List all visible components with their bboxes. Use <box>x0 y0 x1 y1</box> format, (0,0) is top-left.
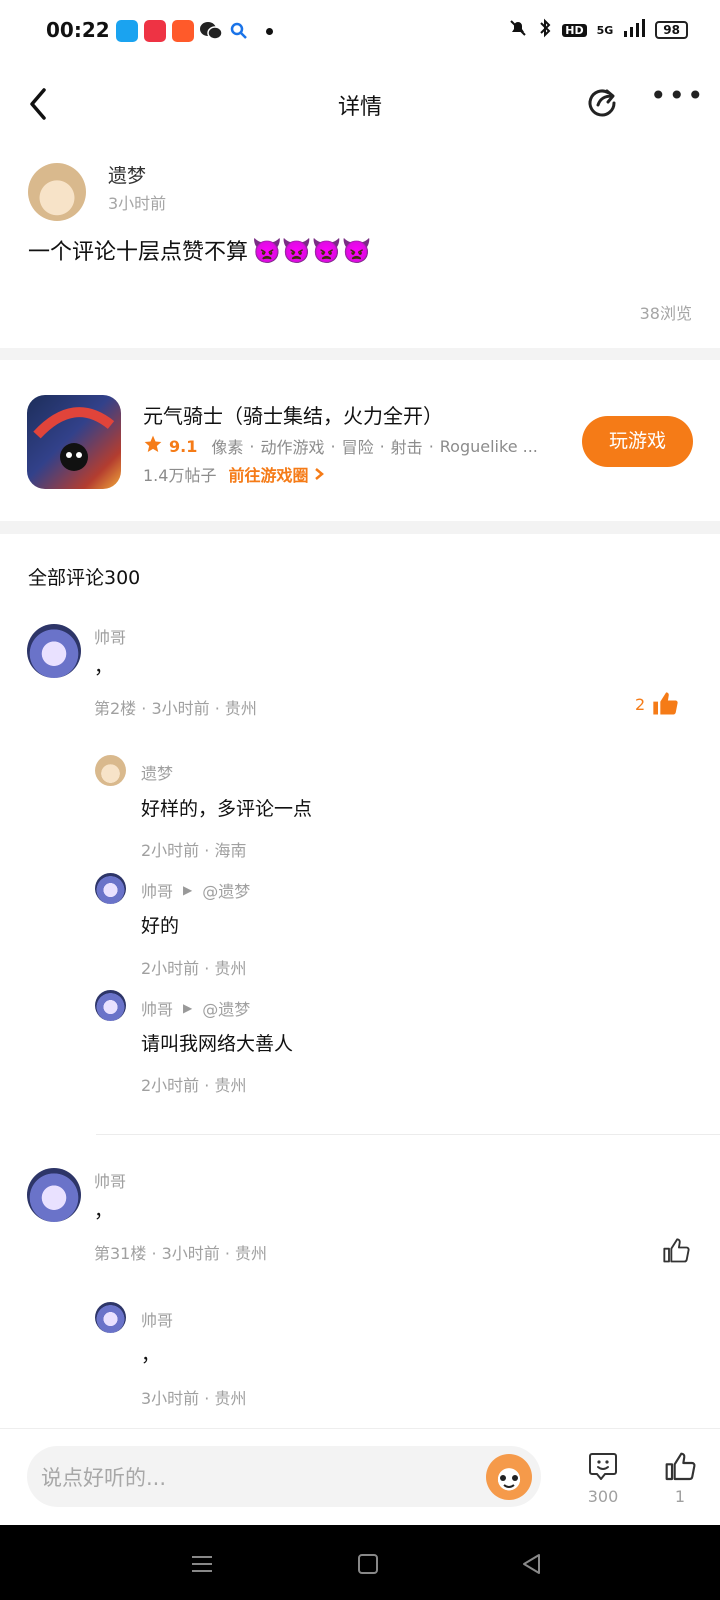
game-tag: Roguelike ... <box>439 436 538 456</box>
reply-author[interactable]: 帅哥 <box>141 996 173 1020</box>
reply-target[interactable]: @遗梦 <box>202 878 250 902</box>
comment-divider <box>96 1134 720 1135</box>
post-author-avatar[interactable] <box>28 163 86 221</box>
recents-button[interactable] <box>190 1552 214 1576</box>
qq-notification-icon <box>116 20 138 42</box>
reply-target[interactable]: @遗梦 <box>202 996 250 1020</box>
reply-arrow-icon: ▶ <box>183 1001 193 1015</box>
game-tag: 射击 <box>390 438 423 457</box>
reply-meta: 2小时前 · 贵州 <box>141 959 247 978</box>
reply-author[interactable]: 帅哥 <box>141 1307 173 1331</box>
goto-game-circle-link[interactable]: 前往游戏圈 <box>228 462 324 486</box>
reply-arrow-icon: ▶ <box>183 883 193 897</box>
reply-meta: 2小时前 · 海南 <box>141 841 247 860</box>
tag-separator: · <box>249 436 255 456</box>
reply-avatar[interactable] <box>95 755 126 786</box>
share-icon <box>588 89 616 117</box>
mascot-emoji-button[interactable] <box>486 1454 532 1500</box>
section-divider <box>0 348 720 360</box>
comment-count: 300 <box>587 1487 619 1506</box>
comment-avatar[interactable] <box>27 624 81 678</box>
like-button[interactable] <box>651 690 679 718</box>
menu-icon <box>192 1556 212 1572</box>
reply-author[interactable]: 帅哥 <box>141 878 173 902</box>
reply-header: 帅哥 ▶ @遗梦 <box>141 996 250 1020</box>
comment-input-placeholder: 说点好听的... <box>41 1466 167 1490</box>
post-like-count: 1 <box>674 1487 686 1506</box>
like-button[interactable] <box>662 1237 690 1265</box>
app-notification-icon <box>144 20 166 42</box>
post-like-button[interactable] <box>664 1451 696 1483</box>
signal-icon <box>623 19 646 41</box>
share-button[interactable] <box>584 83 622 121</box>
post-text: 一个评论十层点赞不算 <box>28 240 249 265</box>
thumbs-up-filled-icon <box>653 692 678 715</box>
reply-text: 请叫我网络大善人 <box>141 1033 294 1055</box>
post-author-name[interactable]: 遗梦 <box>108 161 146 188</box>
more-options-button[interactable]: ••• <box>650 82 704 116</box>
reply-text: 好样的，多评论一点 <box>141 798 313 820</box>
status-time: 00:22 <box>46 18 110 42</box>
game-meta: 9.1 像素 · 动作游戏 · 冒险 · 射击 · Roguelike ... <box>143 434 563 458</box>
reply-avatar[interactable] <box>95 873 126 904</box>
game-stats: 1.4万帖子 前往游戏圈 <box>143 462 324 486</box>
square-icon <box>358 1554 378 1574</box>
comment-author[interactable]: 帅哥 <box>94 1168 126 1192</box>
comment-meta: 第31楼 · 3小时前 · 贵州 <box>94 1244 268 1263</box>
network-type: 5G <box>596 23 614 37</box>
comment-count-button[interactable] <box>587 1450 619 1482</box>
home-button[interactable] <box>356 1552 380 1576</box>
game-icon[interactable] <box>27 395 121 489</box>
thumbs-up-icon <box>665 1452 696 1481</box>
triangle-back-icon <box>523 1554 540 1574</box>
post-view-count: 38浏览 <box>639 304 692 323</box>
reply-header: 帅哥 ▶ @遗梦 <box>141 878 250 902</box>
reply-meta: 3小时前 · 贵州 <box>141 1389 247 1408</box>
comment-icon <box>589 1453 617 1480</box>
comments-header: 全部评论300 <box>28 567 141 589</box>
comment-text: ， <box>94 1200 114 1222</box>
game-name[interactable]: 元气骑士（骑士集结，火力全开） <box>143 400 443 429</box>
post-emoji: 👿👿👿👿 <box>252 237 372 265</box>
tag-separator: · <box>330 436 336 456</box>
battery-indicator: 98 <box>655 21 688 39</box>
chevron-right-icon <box>314 466 324 485</box>
mute-icon <box>508 18 528 42</box>
thumbs-up-icon <box>663 1238 690 1263</box>
wechat-icon <box>199 20 223 42</box>
game-tag: 动作游戏 <box>260 438 325 457</box>
post-content: 一个评论十层点赞不算 👿👿👿👿 <box>28 234 372 266</box>
play-game-button[interactable]: 玩游戏 <box>582 416 693 467</box>
comment-meta: 第2楼 · 3小时前 · 贵州 <box>94 699 257 718</box>
reply-meta: 2小时前 · 贵州 <box>141 1076 247 1095</box>
star-icon <box>143 434 163 458</box>
bluetooth-icon <box>538 18 552 42</box>
tag-separator: · <box>428 436 434 456</box>
reply-text: ， <box>141 1344 161 1366</box>
game-post-count: 1.4万帖子 <box>143 466 217 485</box>
status-icons: HD 5G 98 <box>508 18 688 42</box>
post-time: 3小时前 <box>108 194 167 213</box>
video-notification-icon <box>172 20 194 42</box>
reply-author[interactable]: 遗梦 <box>141 760 173 784</box>
mascot-icon <box>500 1475 518 1488</box>
tag-separator: · <box>379 436 385 456</box>
reply-avatar[interactable] <box>95 1302 126 1333</box>
hd-badge: HD <box>562 23 587 37</box>
comment-avatar[interactable] <box>27 1168 81 1222</box>
comment-author[interactable]: 帅哥 <box>94 624 126 648</box>
comment-like-count: 2 <box>635 695 646 714</box>
goto-label: 前往游戏圈 <box>228 466 309 485</box>
more-notifications-dot <box>266 28 273 35</box>
section-divider <box>0 521 720 534</box>
game-tag: 冒险 <box>341 438 374 457</box>
system-back-button[interactable] <box>520 1552 544 1576</box>
reply-text: 好的 <box>141 915 180 937</box>
reply-avatar[interactable] <box>95 990 126 1021</box>
comment-text: ， <box>94 656 114 678</box>
game-tag: 像素 <box>211 438 244 457</box>
game-rating: 9.1 <box>169 436 198 456</box>
search-notification-icon <box>230 22 248 40</box>
